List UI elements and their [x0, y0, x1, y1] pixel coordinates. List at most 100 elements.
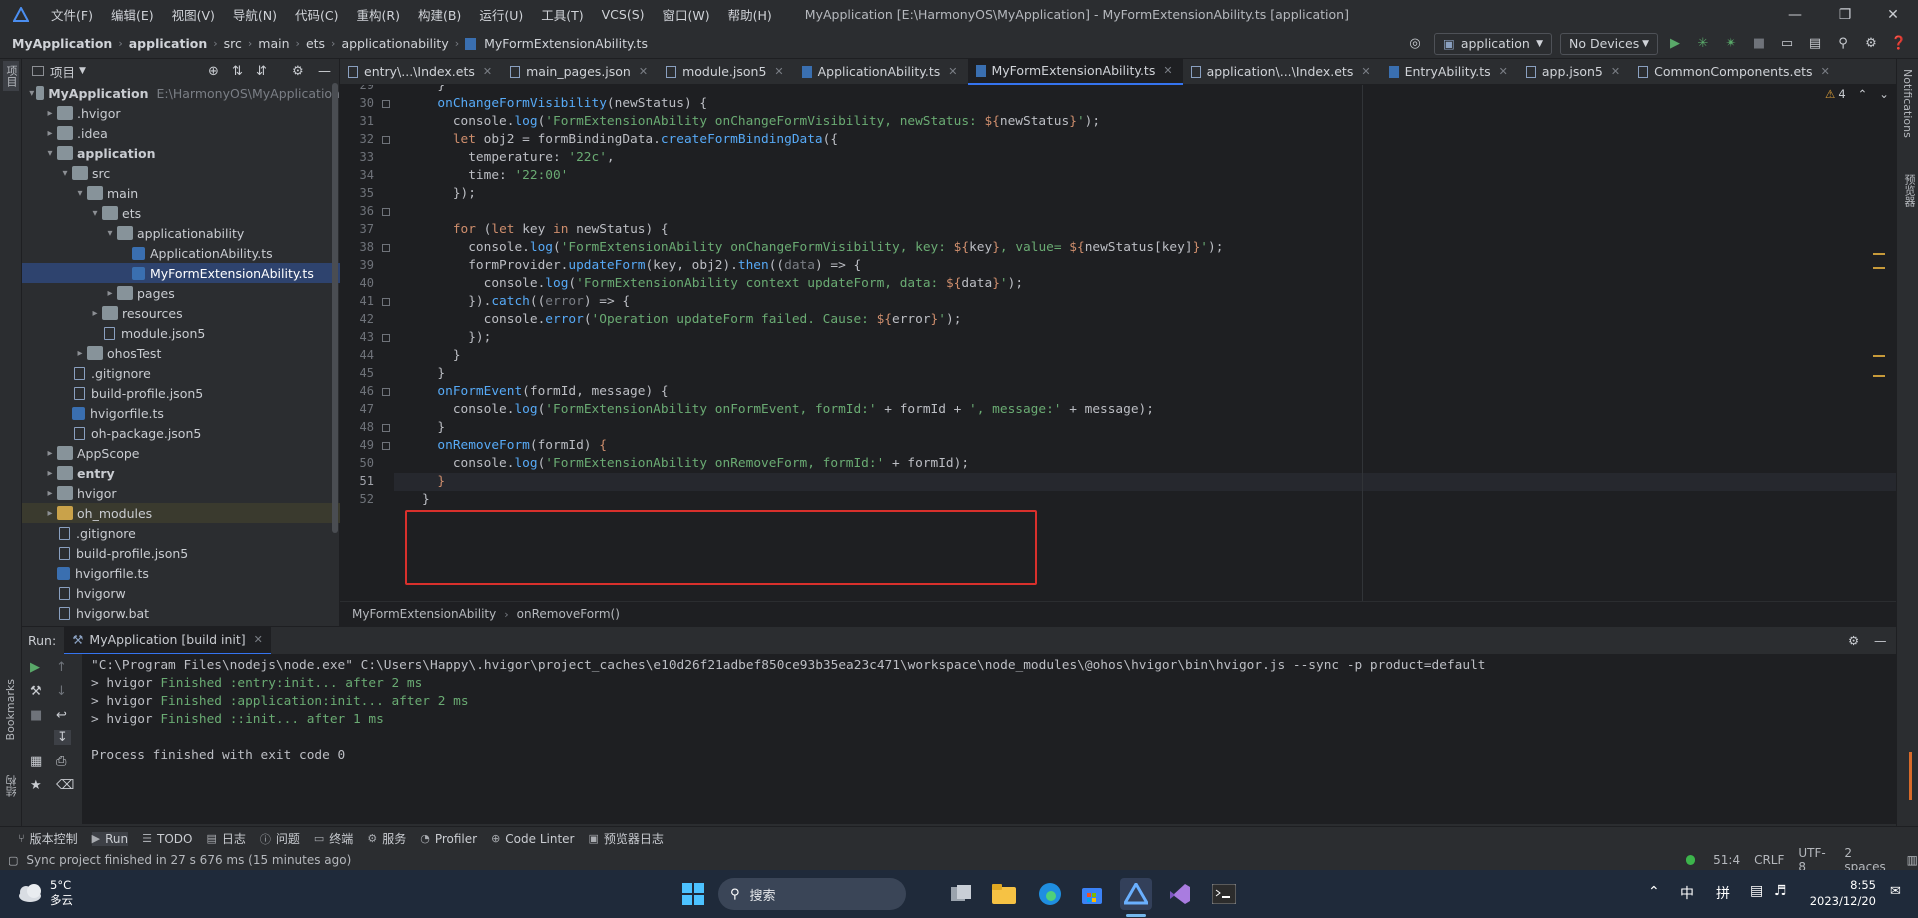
hide-panel-icon[interactable]: — — [1874, 633, 1887, 648]
tool-window-button[interactable]: ▣ 预览器日志 — [588, 830, 663, 847]
editor-scrollbar[interactable] — [1873, 85, 1894, 601]
code-line[interactable]: } — [422, 492, 430, 507]
code-line[interactable]: console.log('FormExtensionAbility onForm… — [422, 402, 1154, 417]
fold-marker-icon[interactable] — [382, 334, 390, 342]
tree-node[interactable]: ▾ applicationability — [22, 223, 340, 243]
breadcrumb-item[interactable]: MyFormExtensionAbility.ts — [480, 36, 652, 51]
tree-node[interactable]: hvigorw — [22, 583, 340, 603]
menu-item[interactable]: 文件(F) — [42, 0, 102, 29]
close-icon[interactable]: ✕ — [774, 65, 783, 78]
bookmarks-tool-button[interactable]: Bookmarks — [4, 679, 17, 744]
tree-node[interactable]: ▸ .hvigor — [22, 103, 340, 123]
chevron-up-icon[interactable]: ⌃ — [1648, 884, 1660, 900]
close-icon[interactable]: ✕ — [1499, 65, 1508, 78]
cursor-position[interactable]: 51:4 — [1713, 853, 1740, 867]
pin-icon[interactable]: ★ — [30, 778, 42, 793]
code-line[interactable]: console.log('FormExtensionAbility onChan… — [422, 240, 1223, 255]
up-icon[interactable]: ↑ — [56, 660, 67, 675]
chevron-up-icon[interactable]: ⌃ — [1858, 87, 1868, 101]
help-icon[interactable]: ❓ — [1888, 33, 1910, 55]
run-icon[interactable]: ▶ — [1664, 33, 1686, 55]
menu-item[interactable]: VCS(S) — [593, 0, 654, 29]
expand-all-icon[interactable]: ⇅ — [232, 64, 243, 79]
file-explorer-icon[interactable] — [988, 878, 1020, 910]
search-icon[interactable]: ⚲ — [1832, 33, 1854, 55]
breadcrumb-item[interactable]: main — [254, 36, 293, 51]
tree-node[interactable]: module.json5 — [22, 323, 340, 343]
tree-node[interactable]: hvigorw.bat — [22, 603, 340, 623]
menu-item[interactable]: 代码(C) — [286, 0, 347, 29]
menu-item[interactable]: 运行(U) — [470, 0, 532, 29]
status-icon[interactable]: ▢ — [8, 854, 18, 867]
device-select[interactable]: No Devices ▼ — [1560, 32, 1658, 55]
fold-marker-icon[interactable] — [382, 208, 390, 216]
breadcrumb-item[interactable]: application — [125, 36, 212, 51]
breadcrumb-method[interactable]: onRemoveForm() — [517, 607, 620, 621]
tree-node[interactable]: oh-package.json5 — [22, 423, 340, 443]
tree-node[interactable]: .gitignore — [22, 363, 340, 383]
fold-marker-icon[interactable] — [382, 388, 390, 396]
code-line[interactable]: } — [422, 366, 445, 381]
run-config-select[interactable]: ▣ application ▼ — [1434, 32, 1552, 55]
debug-icon[interactable]: ✳ — [1692, 33, 1714, 55]
fold-marker-icon[interactable] — [382, 244, 390, 252]
code-line[interactable]: console.log('FormExtensionAbility contex… — [422, 276, 1023, 291]
gear-icon[interactable]: ⚙ — [292, 64, 304, 79]
tool-window-button[interactable]: ☰ TODO — [142, 832, 192, 846]
editor-tab[interactable]: main_pages.json ✕ — [502, 59, 658, 85]
code-line[interactable]: console.log('FormExtensionAbility onRemo… — [422, 456, 969, 471]
tool-window-button[interactable]: ⊕ Code Linter — [491, 832, 574, 846]
tree-node[interactable]: ▸ ohosTest — [22, 343, 340, 363]
run-console[interactable]: "C:\Program Files\nodejs\node.exe" C:\Us… — [82, 654, 1896, 824]
console-line[interactable]: "C:\Program Files\nodejs\node.exe" C:\Us… — [91, 658, 1486, 673]
ime-pinyin[interactable]: 拼 — [1716, 883, 1730, 903]
tree-node[interactable]: ▸ AppScope — [22, 443, 340, 463]
breadcrumb-class[interactable]: MyFormExtensionAbility — [352, 607, 496, 621]
editor-tab[interactable]: CommonComponents.ets ✕ — [1630, 59, 1840, 85]
gear-icon[interactable]: ⚙ — [1848, 633, 1859, 648]
breadcrumb-item[interactable]: ets — [302, 36, 329, 51]
attach-debugger-icon[interactable]: ✴ — [1720, 33, 1742, 55]
chevron-right-icon[interactable]: ▸ — [43, 448, 57, 459]
task-view-icon[interactable] — [946, 878, 978, 910]
chevron-right-icon[interactable]: ▸ — [88, 308, 102, 319]
status-ok-icon[interactable] — [1686, 855, 1696, 865]
editor-tab[interactable]: app.json5 ✕ — [1518, 59, 1630, 85]
tree-node[interactable]: ▸ oh_modules — [22, 503, 340, 523]
close-icon[interactable]: ✕ — [1611, 65, 1620, 78]
code-line[interactable]: } — [422, 474, 445, 489]
code-line[interactable]: }).catch((error) => { — [422, 294, 630, 309]
editor-tab[interactable]: ApplicationAbility.ts ✕ — [794, 59, 968, 85]
collapse-all-icon[interactable]: ⇵ — [256, 64, 267, 79]
tree-node[interactable]: build-profile.json5 — [22, 543, 340, 563]
console-line[interactable]: > hvigor Finished ::init... after 1 ms — [91, 712, 384, 727]
locate-icon[interactable]: ⊕ — [208, 64, 219, 79]
print-icon[interactable]: ⎙ — [56, 754, 66, 769]
chevron-down-icon[interactable]: ▾ — [43, 148, 57, 159]
rerun-icon[interactable]: ▶ — [30, 660, 40, 675]
trash-icon[interactable]: ⌫ — [56, 778, 74, 793]
code-line[interactable]: onChangeFormVisibility(newStatus) { — [422, 96, 707, 111]
tree-node[interactable]: ▾ src — [22, 163, 340, 183]
tree-node[interactable]: MyFormExtensionAbility.ts — [22, 263, 340, 283]
volume-icon[interactable]: ♬ — [1774, 883, 1787, 899]
chevron-right-icon[interactable]: ▸ — [43, 508, 57, 519]
chevron-down-icon[interactable]: ▾ — [73, 188, 87, 199]
code-line[interactable]: } — [422, 420, 445, 435]
ime-mode[interactable]: 中 — [1680, 883, 1694, 903]
terminal-icon[interactable] — [1208, 878, 1240, 910]
scroll-to-end-icon[interactable]: ↧ — [54, 730, 71, 745]
close-icon[interactable]: ✕ — [1361, 65, 1370, 78]
tree-node[interactable]: hvigorfile.ts — [22, 403, 340, 423]
close-icon[interactable]: ✕ — [948, 65, 957, 78]
tree-node[interactable]: ▸ pages — [22, 283, 340, 303]
wrench-icon[interactable]: ⚒ — [30, 684, 42, 699]
editor-tab[interactable]: application\...\Index.ets ✕ — [1183, 59, 1381, 85]
chevron-right-icon[interactable]: ▸ — [43, 468, 57, 479]
console-line[interactable]: > hvigor Finished :application:init... a… — [91, 694, 469, 709]
close-icon[interactable]: ✕ — [483, 65, 492, 78]
editor-tab[interactable]: module.json5 ✕ — [658, 59, 794, 85]
fold-marker-icon[interactable] — [382, 442, 390, 450]
tree-node[interactable]: hvigorfile.ts — [22, 563, 340, 583]
code-line[interactable]: } — [422, 348, 461, 363]
